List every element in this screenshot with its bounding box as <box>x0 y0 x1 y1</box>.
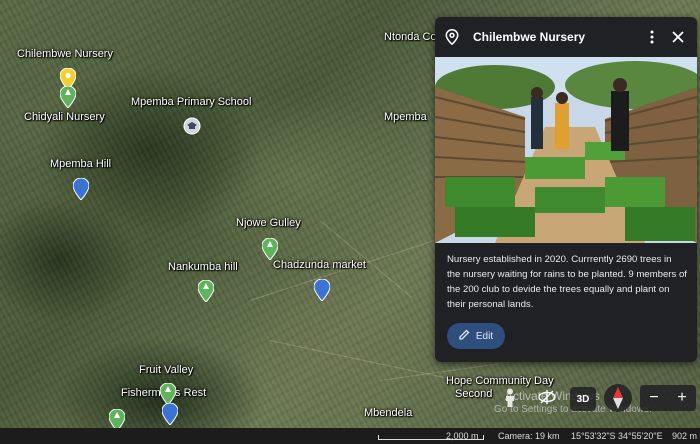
green-pin-icon[interactable] <box>198 280 214 302</box>
blue-pin-icon[interactable] <box>162 403 178 425</box>
map-label-mpemba[interactable]: Mpemba <box>384 111 427 123</box>
zoom-in-button[interactable]: + <box>677 389 686 407</box>
card-header: Chilembwe Nursery <box>435 17 697 57</box>
close-icon[interactable] <box>669 28 687 46</box>
3d-toggle-button[interactable]: 3D <box>570 387 596 411</box>
card-title: Chilembwe Nursery <box>473 30 586 44</box>
place-info-card: Chilembwe Nursery Nursery established in… <box>435 17 697 362</box>
nursery-photo <box>435 57 697 243</box>
map-label-njowe-gulley[interactable]: Njowe Gulley <box>236 217 301 229</box>
pegman-icon[interactable] <box>502 388 518 408</box>
zoom-out-button[interactable]: − <box>649 389 658 407</box>
green-pin-icon[interactable] <box>160 383 176 405</box>
zoom-control: − + <box>640 385 696 411</box>
place-icon <box>445 29 459 46</box>
blue-pin-icon[interactable] <box>73 178 89 200</box>
compass-icon[interactable] <box>604 384 632 412</box>
elevation-readout: 902 m <box>672 431 698 441</box>
scale-label: 2,000 m <box>446 431 479 441</box>
map-label-chilembwe-nursery[interactable]: Chilembwe Nursery <box>17 48 113 60</box>
map-label-mpemba-primary-school[interactable]: Mpemba Primary School <box>131 96 251 108</box>
edit-label: Edit <box>475 330 494 342</box>
coordinates-readout: 15°53'32"S 34°55'20"E <box>571 431 663 441</box>
status-bar: 2,000 m Camera: 19 km 15°53'32"S 34°55'2… <box>0 428 700 444</box>
blue-pin-icon[interactable] <box>314 279 330 301</box>
edit-button[interactable]: Edit <box>447 323 505 349</box>
map-label-mpemba-hill[interactable]: Mpemba Hill <box>50 158 111 170</box>
map-label-nankumba-hill[interactable]: Nankumba hill <box>168 261 238 273</box>
green-pin-icon[interactable] <box>262 238 278 260</box>
school-icon[interactable] <box>183 117 201 135</box>
card-description: Nursery established in 2020. Currrently … <box>447 254 687 310</box>
map-label-chadzunda-market[interactable]: Chadzunda market <box>273 259 366 271</box>
tilt-view-icon[interactable] <box>537 387 557 407</box>
more-vert-icon[interactable] <box>643 28 661 46</box>
map-label-hope-community-day[interactable]: Hope Community Day <box>446 375 554 387</box>
pencil-icon <box>459 329 470 343</box>
map-label-chidyali-nursery[interactable]: Chidyali Nursery <box>24 111 105 123</box>
map-label-hope-second[interactable]: Second <box>455 388 492 400</box>
green-pin-icon[interactable] <box>60 86 76 108</box>
camera-altitude: Camera: 19 km <box>498 431 560 441</box>
map-label-ntonda[interactable]: Ntonda Co <box>384 31 437 43</box>
map-label-mbendela[interactable]: Mbendela <box>364 407 412 419</box>
map-label-fruit-valley[interactable]: Fruit Valley <box>139 364 193 376</box>
